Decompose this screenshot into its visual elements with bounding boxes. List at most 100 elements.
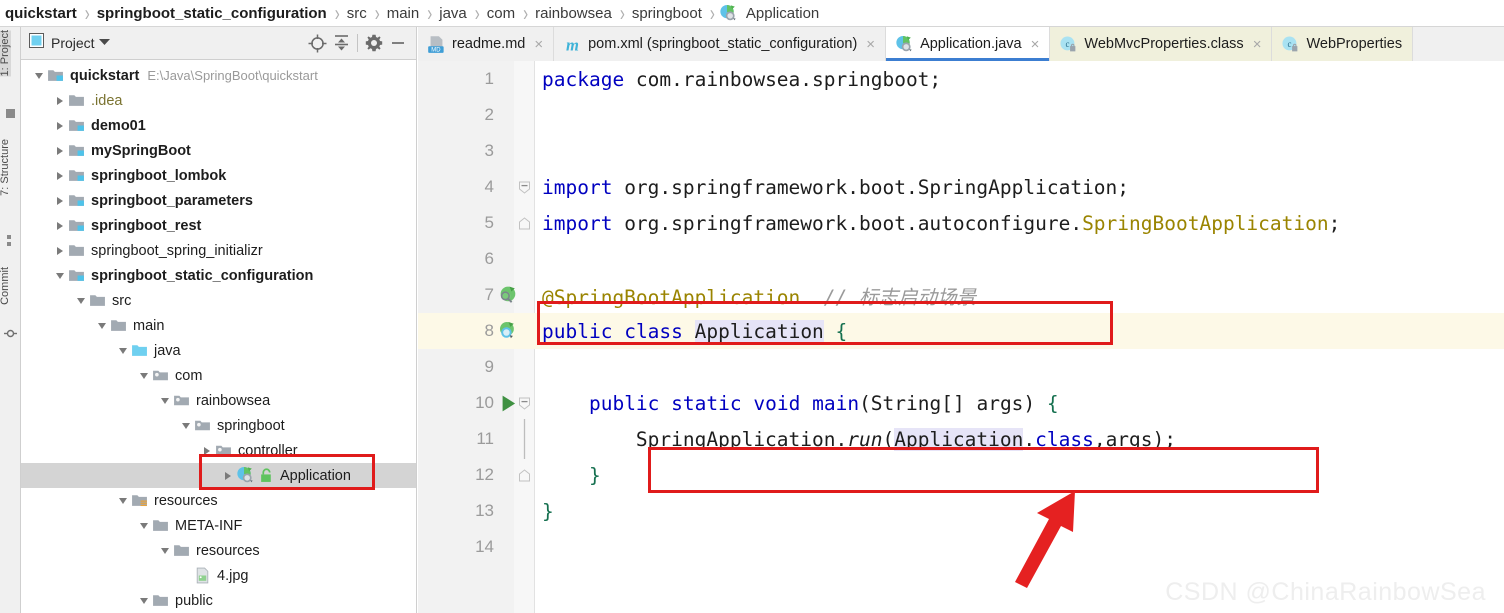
tree-row[interactable]: resources [21, 488, 416, 513]
tree-row[interactable]: demo01 [21, 113, 416, 138]
code-editor[interactable]: 1package com.rainbowsea.springboot;2 3 4im… [418, 61, 1504, 613]
chevron-down-icon[interactable] [52, 268, 68, 284]
tree-row[interactable]: mySpringBoot [21, 138, 416, 163]
toolbar-divider [357, 34, 358, 52]
tree-row[interactable]: springboot_rest [21, 213, 416, 238]
editor-tab[interactable]: Application.java× [886, 27, 1050, 61]
tree-row[interactable]: rainbowsea [21, 388, 416, 413]
project-dropdown-caret[interactable] [99, 37, 110, 49]
breadcrumb-item-springboot[interactable]: springboot [629, 5, 705, 22]
chevron-down-icon[interactable] [136, 518, 152, 534]
tree-row[interactable]: springboot_lombok [21, 163, 416, 188]
line-number: 3 [418, 141, 494, 161]
project-tree[interactable]: quickstartE:\Java\SpringBoot\quickstart … [21, 60, 416, 613]
tree-row[interactable]: quickstartE:\Java\SpringBoot\quickstart [21, 63, 416, 88]
chevron-down-icon[interactable] [136, 368, 152, 384]
breadcrumb-item-label: Application [743, 5, 822, 22]
chevron-right-icon[interactable] [52, 93, 68, 109]
fold-region-bar[interactable] [516, 419, 532, 459]
breadcrumb-item-springboot-static-configuration[interactable]: springboot_static_configuration [94, 5, 330, 22]
tree-row[interactable]: main [21, 313, 416, 338]
tree-row[interactable]: controller [21, 438, 416, 463]
tree-row[interactable]: resources [21, 538, 416, 563]
chevron-right-icon[interactable] [52, 143, 68, 159]
code-line[interactable]: 6 [418, 241, 1504, 277]
code-line[interactable]: 8 public class Application { [418, 313, 1504, 349]
tree-row[interactable]: com [21, 363, 416, 388]
tree-row[interactable]: src [21, 288, 416, 313]
chevron-down-icon[interactable] [157, 393, 173, 409]
chevron-right-icon[interactable] [199, 443, 215, 459]
breadcrumb-item-com[interactable]: com [484, 5, 518, 22]
tree-row[interactable]: META-INF [21, 513, 416, 538]
chevron-down-icon[interactable] [157, 543, 173, 559]
breadcrumb-item-main[interactable]: main [384, 5, 423, 22]
code-line[interactable]: 11 SpringApplication.run(Application.cla… [418, 421, 1504, 457]
chevron-right-icon[interactable] [220, 468, 236, 484]
breadcrumb-item-application[interactable]: Application [719, 4, 822, 23]
chevron-down-icon[interactable] [115, 343, 131, 359]
breadcrumb-item-quickstart[interactable]: quickstart [2, 5, 80, 22]
code-line[interactable]: 14 [418, 529, 1504, 565]
fold-collapse-icon[interactable] [516, 397, 532, 410]
tree-item-label: META-INF [175, 518, 242, 534]
editor-tab[interactable]: c WebProperties [1272, 27, 1413, 61]
tool-window-button-project[interactable]: 1: Project [0, 30, 11, 76]
chevron-right-icon[interactable] [52, 218, 68, 234]
code-line[interactable]: 1package com.rainbowsea.springboot; [418, 61, 1504, 97]
chevron-down-icon[interactable] [136, 593, 152, 609]
close-icon[interactable]: × [866, 37, 875, 52]
tree-row[interactable]: springboot_spring_initializr [21, 238, 416, 263]
breadcrumb-item-rainbowsea[interactable]: rainbowsea [532, 5, 615, 22]
breadcrumb-item-java[interactable]: java [436, 5, 470, 22]
close-icon[interactable]: × [534, 37, 543, 52]
module-folder-icon [68, 267, 85, 284]
code-line[interactable]: 10 public static void main(String[] args… [418, 385, 1504, 421]
fold-collapse-icon[interactable] [516, 181, 532, 194]
chevron-down-icon[interactable] [115, 493, 131, 509]
locate-file-icon[interactable] [305, 31, 329, 55]
code-text: @SpringBootApplication // 标志启动场景 [542, 281, 976, 310]
tool-window-button-structure[interactable]: 7: Structure [0, 139, 11, 196]
chevron-right-icon[interactable] [52, 168, 68, 184]
collapse-all-icon[interactable] [329, 31, 353, 55]
tree-row[interactable]: springboot_parameters [21, 188, 416, 213]
gear-icon[interactable] [362, 31, 386, 55]
tree-row[interactable]: public [21, 588, 416, 613]
tool-window-button-commit[interactable]: Commit [0, 267, 11, 305]
tree-row[interactable]: 4.jpg [21, 563, 416, 588]
editor-tab[interactable]: c WebMvcProperties.class× [1050, 27, 1272, 61]
editor-tab[interactable]: MDreadme.md× [418, 27, 554, 61]
breadcrumb-item-label: java [436, 5, 470, 22]
fold-region-end-icon[interactable] [516, 217, 532, 230]
code-line[interactable]: 4import org.springframework.boot.SpringA… [418, 169, 1504, 205]
tree-row[interactable]: springboot [21, 413, 416, 438]
code-lines[interactable]: 1package com.rainbowsea.springboot;2 3 4im… [418, 61, 1504, 613]
tree-row[interactable]: springboot_static_configuration [21, 263, 416, 288]
chevron-right-icon[interactable] [52, 118, 68, 134]
close-icon[interactable]: × [1253, 37, 1262, 52]
code-line[interactable]: 2 [418, 97, 1504, 133]
tree-row[interactable]: Application [21, 463, 416, 488]
code-line[interactable]: 13} [418, 493, 1504, 529]
chevron-right-icon[interactable] [52, 193, 68, 209]
tree-row[interactable]: java [21, 338, 416, 363]
close-icon[interactable]: × [1031, 37, 1040, 52]
code-line[interactable]: 3 [418, 133, 1504, 169]
minimize-icon[interactable] [386, 31, 410, 55]
breadcrumb-item-src[interactable]: src [344, 5, 370, 22]
chevron-down-icon[interactable] [73, 293, 89, 309]
code-line[interactable]: 5import org.springframework.boot.autocon… [418, 205, 1504, 241]
code-token: run [847, 428, 882, 451]
tree-row[interactable]: .idea [21, 88, 416, 113]
fold-region-end-icon[interactable] [516, 469, 532, 482]
editor-tab-bar[interactable]: MDreadme.md× mpom.xml (springboot_static… [418, 27, 1504, 62]
chevron-down-icon[interactable] [178, 418, 194, 434]
code-line[interactable]: 7 @SpringBootApplication // 标志启动场景 [418, 277, 1504, 313]
chevron-right-icon[interactable] [52, 243, 68, 259]
code-line[interactable]: 9 [418, 349, 1504, 385]
code-line[interactable]: 12 } [418, 457, 1504, 493]
chevron-down-icon[interactable] [94, 318, 110, 334]
chevron-down-icon[interactable] [31, 68, 47, 84]
editor-tab[interactable]: mpom.xml (springboot_static_configuratio… [554, 27, 886, 61]
